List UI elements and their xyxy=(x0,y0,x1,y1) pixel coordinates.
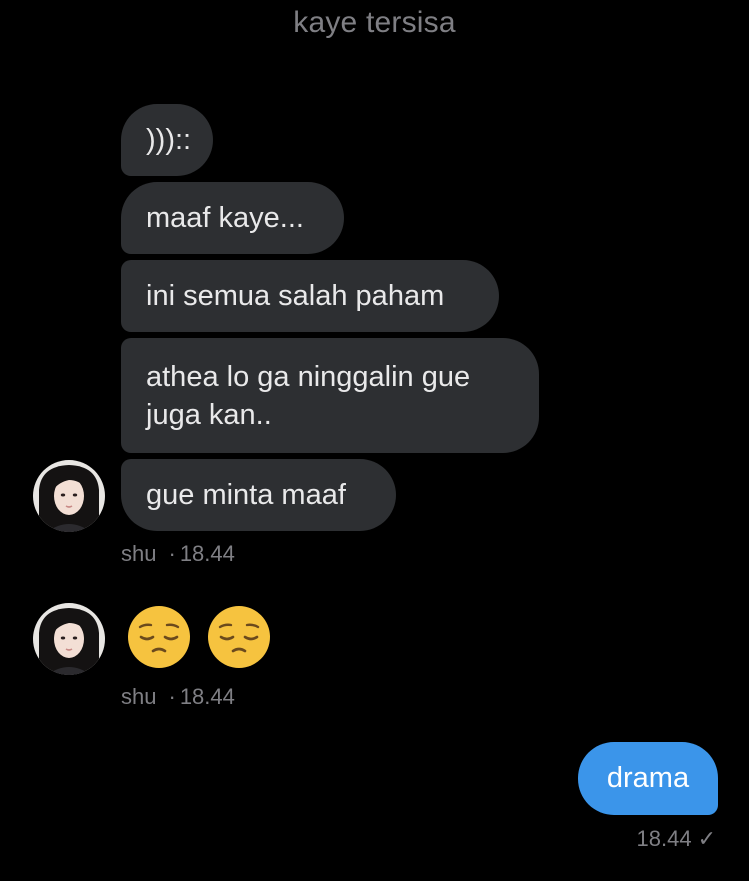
single-check-icon: ✓ xyxy=(697,826,716,851)
pensive-face-emoji[interactable] xyxy=(126,604,192,670)
message-meta: shu · 18.44 xyxy=(121,684,235,710)
pensive-face-emoji[interactable] xyxy=(206,604,272,670)
meta-separator: · xyxy=(168,541,176,566)
message-bubble[interactable]: ini semua salah paham xyxy=(121,260,499,332)
message-text: athea lo ga ninggalin gue juga kan.. xyxy=(146,361,471,431)
message-bubble[interactable]: maaf kaye... xyxy=(121,182,344,254)
pensive-face-icon xyxy=(128,606,190,668)
timestamp: 18.44 xyxy=(179,684,235,709)
avatar-photo-icon xyxy=(33,603,105,675)
message-text: ini semua salah paham xyxy=(146,280,445,312)
message-meta: shu · 18.44 xyxy=(121,541,235,567)
sender-name[interactable]: shu xyxy=(121,541,156,566)
message-bubble[interactable]: athea lo ga ninggalin gue juga kan.. xyxy=(121,338,539,453)
timestamp: 18.44 xyxy=(636,826,692,851)
avatar-photo-icon xyxy=(33,460,105,532)
outgoing-message-meta: 18.44 ✓ xyxy=(637,826,717,852)
message-bubble[interactable]: ))):: xyxy=(121,104,213,176)
avatar[interactable] xyxy=(33,460,105,532)
meta-separator: · xyxy=(168,684,176,709)
message-text: ))):: xyxy=(146,124,192,156)
message-bubble[interactable]: gue minta maaf xyxy=(121,459,396,531)
message-text: maaf kaye... xyxy=(146,202,304,234)
sender-name[interactable]: shu xyxy=(121,684,156,709)
timestamp: 18.44 xyxy=(179,541,235,566)
message-text: gue minta maaf xyxy=(146,479,346,511)
avatar[interactable] xyxy=(33,603,105,675)
pensive-face-icon xyxy=(208,606,270,668)
message-text: drama xyxy=(606,762,690,794)
outgoing-message-bubble[interactable]: drama xyxy=(578,742,718,815)
conversation-title[interactable]: kaye tersisa xyxy=(0,6,749,40)
